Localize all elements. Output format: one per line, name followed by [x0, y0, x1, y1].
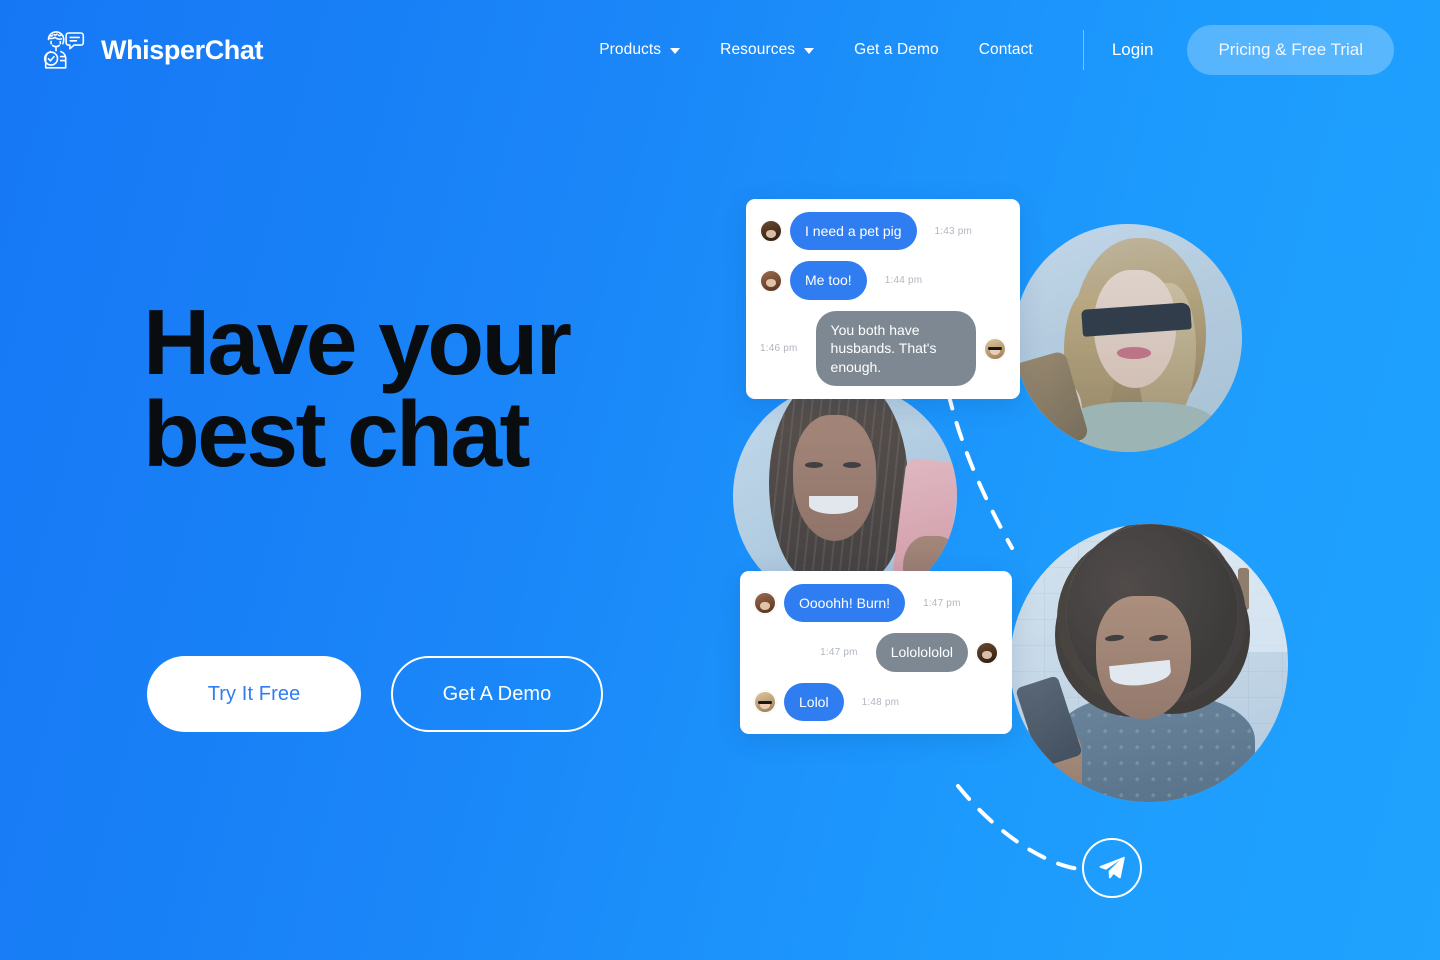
- message-timestamp: 1:44 pm: [884, 275, 923, 287]
- chat-message-row: Oooohh! Burn! 1:47 pm: [754, 584, 998, 623]
- photo-blonde-woman-sunglasses-phone: [1014, 224, 1242, 452]
- chat-message-row: Lolol 1:48 pm: [754, 682, 998, 722]
- chat-bubble: Me too!: [790, 261, 867, 300]
- headline-line-1: Have your: [143, 290, 572, 394]
- chat-bubble: Lolol: [784, 682, 844, 722]
- message-timestamp: 1:47 pm: [923, 597, 961, 609]
- paper-plane-send-icon: [1099, 856, 1125, 879]
- brand-logo[interactable]: WhisperChat: [38, 26, 264, 74]
- nav-item-products[interactable]: Products: [579, 33, 700, 67]
- chat-bubble: You both have husbands. That's enough.: [815, 310, 976, 387]
- chat-bubble: Lololololol: [875, 633, 968, 672]
- photo-tint-overlay: [1014, 224, 1242, 452]
- get-a-demo-button[interactable]: Get A Demo: [391, 656, 603, 732]
- nav-item-get-a-demo[interactable]: Get a Demo: [834, 33, 959, 67]
- dashed-curve-upper: [946, 390, 1014, 550]
- chat-bubble: Oooohh! Burn!: [784, 584, 906, 623]
- avatar: [754, 691, 776, 714]
- chat-message-row: 1:46 pm You both have husbands. That's en…: [760, 310, 1006, 387]
- main-navigation: Products Resources Get a Demo Contact Lo…: [579, 25, 1440, 75]
- site-header: WhisperChat Products Resources Get a Dem…: [0, 0, 1440, 100]
- chevron-down-icon: [670, 48, 681, 54]
- photo-tint-overlay: [1010, 524, 1288, 802]
- whispering-person-speech-bubble-icon: [43, 31, 85, 69]
- chevron-down-icon: [804, 48, 815, 54]
- avatar: [760, 269, 782, 292]
- chat-message-row: Me too! 1:44 pm: [760, 261, 1006, 300]
- message-timestamp: 1:46 pm: [760, 343, 798, 355]
- message-timestamp: 1:47 pm: [820, 647, 858, 659]
- chat-bubble: I need a pet pig: [790, 212, 917, 251]
- brand-name: WhisperChat: [101, 34, 264, 65]
- photo-curly-haired-woman-kitchen-phone: [1010, 524, 1288, 802]
- message-timestamp: 1:48 pm: [861, 696, 900, 708]
- send-message-badge[interactable]: [1082, 838, 1142, 898]
- try-it-free-button[interactable]: Try It Free: [147, 656, 361, 732]
- nav-divider: [1082, 30, 1084, 70]
- nav-item-contact[interactable]: Contact: [959, 33, 1053, 67]
- chat-message-row: I need a pet pig 1:43 pm: [760, 212, 1006, 251]
- hero-text-block: Have your best chat: [143, 296, 763, 481]
- chat-message-row: 1:47 pm Lololololol: [754, 633, 998, 672]
- hero-cta-group: Try It Free Get A Demo: [147, 656, 603, 732]
- nav-item-products-label: Products: [599, 41, 662, 58]
- avatar: [976, 641, 998, 664]
- page-title: Have your best chat: [143, 296, 763, 481]
- nav-links: Products Resources Get a Demo Contact: [579, 33, 1053, 67]
- chat-card: I need a pet pig 1:43 pm Me too! 1:44 pm 1:4…: [746, 199, 1020, 400]
- avatar: [754, 592, 776, 615]
- chat-card: Oooohh! Burn! 1:47 pm 1:47 pm Lololololol Lo…: [740, 571, 1012, 735]
- nav-item-resources-label: Resources: [720, 41, 796, 58]
- avatar: [984, 337, 1006, 360]
- nav-item-resources[interactable]: Resources: [700, 33, 834, 67]
- message-timestamp: 1:43 pm: [934, 225, 973, 237]
- login-link[interactable]: Login: [1108, 34, 1158, 66]
- pricing-free-trial-button[interactable]: Pricing & Free Trial: [1187, 25, 1394, 75]
- nav-item-contact-label: Contact: [978, 41, 1033, 58]
- avatar: [760, 220, 782, 243]
- headline-line-2: best chat: [143, 382, 530, 487]
- nav-item-get-a-demo-label: Get a Demo: [854, 41, 939, 58]
